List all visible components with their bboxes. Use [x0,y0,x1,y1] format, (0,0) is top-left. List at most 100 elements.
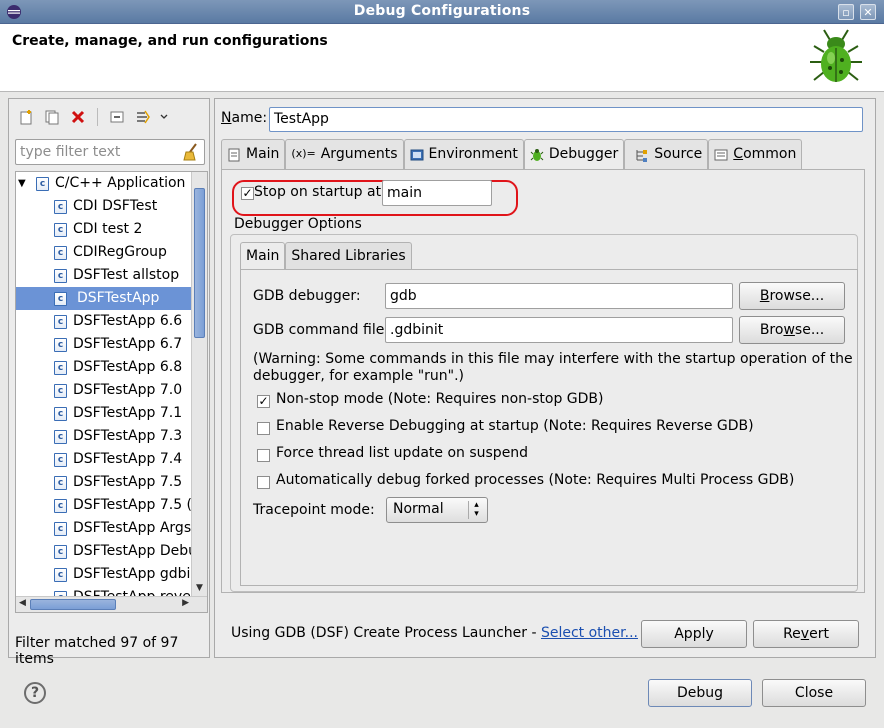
name-input[interactable]: TestApp [269,107,863,132]
tree-item[interactable]: c CDIRegGroup [16,241,193,264]
banner-heading: Create, manage, and run configurations [12,33,328,49]
tree-item[interactable]: c DSFTestApp 7.1 [16,402,193,425]
tracepoint-mode-select[interactable]: Normal ▴ ▾ [386,497,488,523]
select-updown-icon: ▴ ▾ [468,501,484,519]
stop-on-startup-input[interactable]: main [382,180,492,206]
clear-filter-icon[interactable] [182,143,200,161]
minimize-button[interactable]: ▫ [838,4,854,20]
c-launch-config-icon: c [54,499,67,513]
filter-icon [137,110,150,124]
tree-item-label: DSFTestApp 7.1 [73,405,183,421]
duplicate-button[interactable] [41,107,63,127]
vertical-scroll-thumb[interactable] [194,188,205,338]
left-toolbar [15,107,170,127]
view-menu-button[interactable] [158,107,170,127]
filter-button[interactable] [132,107,154,127]
duplicate-icon [45,110,59,125]
tab-main[interactable]: Main [221,139,286,170]
subtab-main[interactable]: Main [240,242,286,270]
tree-item-label: DSFTestApp 7.3 [73,428,183,444]
tree-item[interactable]: c DSFTestApp 7.4 [16,448,193,471]
apply-button[interactable]: Apply [641,620,747,648]
subtab-shared-libraries[interactable]: Shared Libraries [285,242,412,270]
environment-icon [410,149,423,161]
delete-icon [71,110,85,124]
close-button[interactable]: Close [762,679,866,707]
configuration-editor-panel: Name: TestApp Main (x)= Arguments Enviro… [214,98,876,658]
tree-vertical-scrollbar[interactable]: ▼ [191,172,207,596]
close-icon: ✕ [863,5,873,19]
delete-button[interactable] [67,107,89,127]
tree-item-label: DSFTestApp Args [73,520,192,536]
scroll-down-arrow-icon[interactable]: ▼ [194,582,205,594]
tab-debugger[interactable]: Debugger [523,139,625,170]
tree-item[interactable]: c DSFTestApp 7.0 [16,379,193,402]
tab-source[interactable]: Source [624,139,709,170]
c-launch-config-icon: c [54,430,67,444]
non-stop-mode-checkbox[interactable]: ✓ [257,395,270,408]
tree-item[interactable]: c DSFTestApp 6.7 [16,333,193,356]
debugger-bug-icon [530,149,544,161]
warning-text-line-2: debugger, for example "run".) [253,368,465,384]
tree-item[interactable]: c DSFTestApp [16,287,193,310]
force-thread-update-checkbox[interactable] [257,449,270,462]
horizontal-scroll-thumb[interactable] [30,599,116,610]
tree-item[interactable]: c DSFTestApp 6.8 [16,356,193,379]
select-other-link[interactable]: Select other... [541,625,638,641]
tree-item-label: DSFTestApp 6.7 [73,336,183,352]
window-title: Debug Configurations [353,3,531,19]
tracepoint-mode-value: Normal [393,501,444,517]
tree-item[interactable]: c DSFTestApp Debu [16,540,197,563]
tab-common[interactable]: Common [708,139,803,170]
tree-item[interactable]: c CDI test 2 [16,218,193,241]
tab-source-label: Source [654,146,703,162]
tree-item[interactable]: c DSFTestApp gdbin [16,563,199,586]
filter-input[interactable]: type filter text [15,139,205,165]
help-button[interactable]: ? [24,682,46,704]
tree-item[interactable]: c DSFTestApp 6.6 [16,310,193,333]
tree-item[interactable]: c CDI DSFTest [16,195,193,218]
debug-forked-label: Automatically debug forked processes (No… [276,472,795,488]
scroll-left-arrow-icon[interactable]: ◀ [19,598,26,608]
reverse-debugging-label: Enable Reverse Debugging at startup (Not… [276,418,754,434]
c-launch-config-icon: c [54,338,67,352]
c-launch-config-icon: c [54,361,67,375]
tree-item-label: DSFTestApp Debu [73,543,197,559]
c-launch-config-icon: c [54,407,67,421]
tree-root-label: C/C++ Application [55,175,186,191]
tree-horizontal-scrollbar[interactable]: ◀ ▶ [16,596,207,612]
tab-arguments[interactable]: (x)= Arguments [285,139,404,170]
launcher-text: Using GDB (DSF) Create Process Launcher … [231,625,541,641]
tree-item[interactable]: c DSFTest allstop [16,264,193,287]
debug-forked-checkbox[interactable] [257,476,270,489]
reverse-debugging-checkbox[interactable] [257,422,270,435]
revert-button[interactable]: Revert [753,620,859,648]
toolbar-separator [97,108,98,126]
stop-on-startup-checkbox[interactable]: ✓ [241,187,254,200]
force-thread-update-label: Force thread list update on suspend [276,445,529,461]
gdb-command-file-input[interactable]: .gdbinit [385,317,733,343]
c-launch-config-icon: c [54,453,67,467]
configuration-tree[interactable]: ▼ c C/C++ Application c CDI DSFTest c CDI t… [15,171,208,613]
tree-item[interactable]: c DSFTestApp 7.3 [16,425,193,448]
tree-item[interactable]: c DSFTestApp Args [16,517,193,540]
expand-arrow-icon[interactable]: ▼ [18,172,26,195]
help-icon: ? [30,685,40,701]
config-tabs: Main (x)= Arguments Environment Debugger… [221,139,803,170]
tree-item-label: DSFTestApp 7.5 (1 [73,497,201,513]
scroll-right-arrow-icon[interactable]: ▶ [182,598,189,608]
tree-item[interactable]: c DSFTestApp 7.5 [16,471,193,494]
tab-main-label: Main [246,146,280,162]
new-configuration-button[interactable] [15,107,37,127]
browse-gdb-command-file-button[interactable]: Browse... [739,316,845,344]
browse-gdb-debugger-button[interactable]: Browse... [739,282,845,310]
close-window-button[interactable]: ✕ [860,4,876,20]
gdb-debugger-input[interactable]: gdb [385,283,733,309]
collapse-all-button[interactable] [106,107,128,127]
debug-button[interactable]: Debug [648,679,752,707]
tree-item[interactable]: c DSFTestApp 7.5 (1 [16,494,201,517]
c-launch-config-icon: c [54,292,67,306]
tree-root-c-cpp-application[interactable]: ▼ c C/C++ Application [16,172,193,195]
tab-environment[interactable]: Environment [403,139,524,170]
tree-item-label: CDIRegGroup [73,244,167,260]
